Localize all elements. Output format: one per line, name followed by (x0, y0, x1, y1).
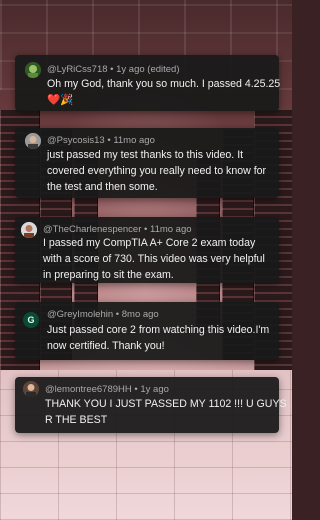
comment-card: @LyRiCss718 • 1y ago (edited) Oh my God,… (15, 55, 280, 111)
comment-text: Just passed core 2 from watching this vi… (47, 322, 269, 354)
comment-meta: @LyRiCss718 • 1y ago (edited) (47, 64, 180, 75)
comment-author[interactable]: @LyRiCss718 (47, 64, 108, 75)
avatar[interactable] (23, 381, 39, 397)
comment-age: 1y ago (140, 384, 169, 395)
comment-card: @Psycosis13 • 11mo ago just passed my te… (15, 128, 279, 198)
comment-line: the test and then some. (47, 181, 158, 193)
avatar[interactable] (25, 133, 41, 149)
comment-card: G @GreyImolehin • 8mo ago Just passed co… (15, 302, 279, 360)
comment-line: THANK YOU I JUST PASSED MY 1102 !!! U GU… (45, 398, 287, 410)
avatar[interactable] (25, 62, 41, 78)
comment-text: I passed my CompTIA A+ Core 2 exam today… (43, 235, 265, 283)
comment-meta: @GreyImolehin • 8mo ago (47, 309, 159, 320)
comment-meta: @lemontree6789HH • 1y ago (45, 384, 169, 395)
avatar-image-icon (25, 62, 41, 78)
avatar-image-icon (21, 222, 37, 238)
comment-line: covered everything you really need to kn… (47, 165, 267, 177)
comment-text: just passed my test thanks to this video… (47, 147, 266, 195)
comment-author[interactable]: @GreyImolehin (47, 309, 113, 320)
avatar[interactable] (21, 222, 37, 238)
comment-text: Oh my God, thank you so much. I passed 4… (47, 76, 280, 108)
comment-text: THANK YOU I JUST PASSED MY 1102 !!! U GU… (45, 396, 287, 428)
avatar-letter: G (27, 315, 35, 325)
avatar-image-icon (25, 133, 41, 149)
comment-author[interactable]: @Psycosis13 (47, 135, 105, 146)
comment-line: R THE BEST (45, 414, 108, 426)
comment-line: in preparing to sit the exam. (43, 269, 174, 281)
comment-meta: @TheCharlenespencer • 11mo ago (43, 224, 192, 235)
comment-age: 8mo ago (121, 309, 159, 320)
comment-age: 1y ago (edited) (116, 64, 180, 75)
comment-line: just passed my test thanks to this video… (47, 149, 244, 161)
comment-line: ❤️🎉 (47, 94, 74, 106)
comment-author[interactable]: @TheCharlenespencer (43, 224, 141, 235)
comment-line: Oh my God, thank you so much. I passed 4… (47, 78, 281, 90)
comment-line: now certified. Thank you! (47, 340, 165, 352)
comment-meta: @Psycosis13 • 11mo ago (47, 135, 155, 146)
comment-card: @lemontree6789HH • 1y ago THANK YOU I JU… (15, 377, 287, 433)
comment-age: 11mo ago (113, 135, 155, 146)
avatar[interactable]: G (23, 312, 39, 328)
comment-card: @TheCharlenespencer • 11mo ago I passed … (15, 217, 279, 283)
comment-author[interactable]: @lemontree6789HH (45, 384, 132, 395)
comment-line: with a score of 730. This video was very… (43, 253, 265, 265)
comment-age: 11mo ago (149, 224, 192, 235)
avatar-image-icon (23, 381, 39, 397)
comment-line: Just passed core 2 from watching this vi… (47, 324, 270, 336)
comment-line: I passed my CompTIA A+ Core 2 exam today (43, 237, 256, 249)
